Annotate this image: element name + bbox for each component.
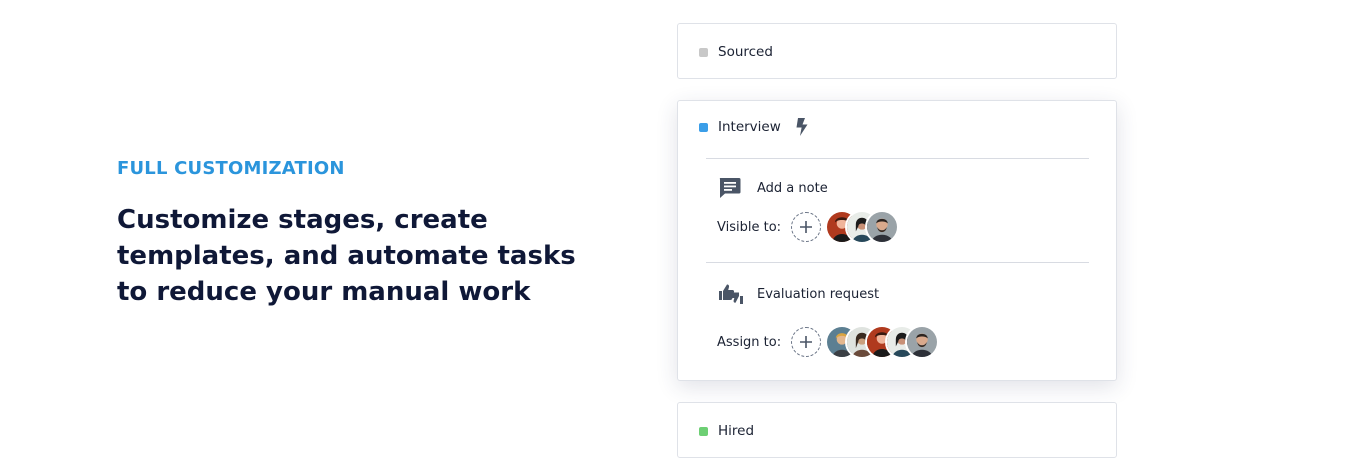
avatar [905,325,939,359]
visibility-row: Visible to: [717,210,899,244]
add-member-button[interactable] [791,327,821,357]
plus-icon [800,221,812,233]
stage-card-interview[interactable]: Interview Add a note Visible to: Evaluat… [677,100,1117,381]
divider [706,262,1089,263]
divider [706,158,1089,159]
stage-header: Interview [699,118,809,136]
assignment-row: Assign to: [717,325,939,359]
thumbs-icon [718,283,743,305]
stage-color-dot [699,122,708,132]
stage-name-sourced: Sourced [718,44,773,60]
stage-header: Sourced [699,44,773,60]
stage-name-hired: Hired [718,423,755,439]
note-icon [718,177,742,199]
page: FULL CUSTOMIZATION Customize stages, cre… [0,0,1352,468]
add-member-button[interactable] [791,212,821,242]
stage-color-dot [699,426,708,436]
assign-to-label: Assign to: [717,334,782,350]
section-headline: Customize stages, create templates, and … [117,205,576,307]
stage-header: Hired [699,423,754,439]
avatar-group [825,325,939,359]
action-label: Add a note [757,180,828,196]
action-add-note[interactable]: Add a note [718,177,828,199]
visible-to-label: Visible to: [717,219,782,235]
bolt-icon [795,118,809,136]
section-eyebrow: FULL CUSTOMIZATION [117,158,345,179]
stage-color-dot [699,47,708,57]
stage-card-hired[interactable]: Hired [677,402,1117,458]
stage-name-interview: Interview [718,119,781,135]
plus-icon [800,336,812,348]
avatar [865,210,899,244]
stage-card-sourced[interactable]: Sourced [677,23,1117,79]
action-evaluation-request[interactable]: Evaluation request [718,283,879,305]
action-label: Evaluation request [757,286,880,302]
avatar-group [825,210,899,244]
